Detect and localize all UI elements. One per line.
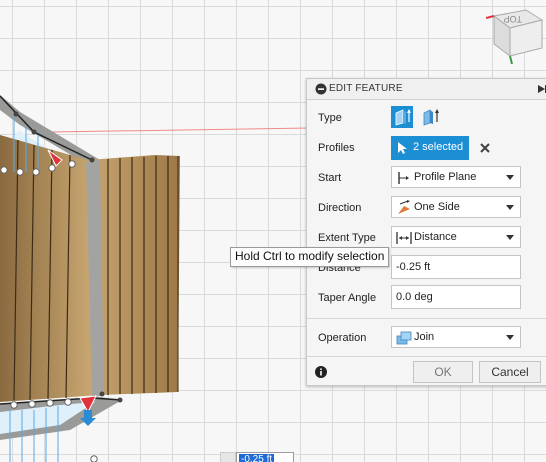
direction-label: Direction [318,202,362,214]
type-thin-extrude-button[interactable] [419,106,441,128]
thin-extrude-icon [423,109,439,126]
panel-header[interactable]: EDIT FEATURE [307,79,546,100]
chevron-down-icon [506,235,514,240]
expand-arrow-icon[interactable] [537,84,546,94]
profiles-selected-count: 2 selected [413,141,464,153]
operation-dropdown[interactable]: Join [391,326,521,348]
chevron-down-icon [506,175,514,180]
start-dropdown[interactable]: Profile Plane [391,166,521,188]
profiles-label: Profiles [318,142,355,154]
start-value: Profile Plane [414,171,477,183]
clear-selection-icon[interactable] [479,142,491,154]
direction-value: One Side [414,201,460,213]
chevron-down-icon [506,335,514,340]
extent-type-label: Extent Type [318,232,376,244]
panel-divider-bottom [307,356,546,357]
canvas-distance-value: -0.25 ft [239,454,275,462]
distance-input[interactable]: -0.25 ft [391,255,521,279]
profiles-selection-button[interactable]: 2 selected [391,136,469,160]
distance-value: -0.25 ft [396,261,431,273]
extent-type-dropdown[interactable]: Distance [391,226,521,248]
taper-angle-value: 0.0 deg [396,291,433,303]
info-icon[interactable] [315,366,327,378]
selection-tooltip: Hold Ctrl to modify selection [230,247,390,267]
profile-plane-icon [398,172,409,184]
canvas-input-handle[interactable] [220,452,236,462]
cancel-button[interactable]: Cancel [479,361,541,383]
type-label: Type [318,112,342,124]
edit-feature-panel: EDIT FEATURE Type Profiles 2 selected St… [306,78,546,386]
canvas-distance-input[interactable]: -0.25 ft [236,452,294,462]
operation-label: Operation [318,332,367,344]
collapse-icon[interactable] [315,83,327,95]
cursor-arrow-icon [398,142,407,154]
start-label: Start [318,172,342,184]
extent-type-value: Distance [414,231,457,243]
distance-extent-icon [396,232,412,244]
join-icon [396,331,412,345]
x-axis-line [49,127,311,133]
direction-dropdown[interactable]: One Side [391,196,521,218]
panel-title: EDIT FEATURE [329,83,403,94]
panel-divider [307,318,546,319]
ok-button[interactable]: OK [413,361,473,383]
operation-value: Join [414,331,435,343]
extrude-icon [395,109,411,126]
type-extrude-button[interactable] [391,106,413,128]
one-side-icon [398,200,410,214]
chevron-down-icon [506,205,514,210]
view-cube-face-label: TOP [504,14,522,24]
taper-angle-input[interactable]: 0.0 deg [391,285,521,309]
taper-angle-label: Taper Angle [318,292,377,304]
view-cube[interactable]: TOP [486,6,546,64]
